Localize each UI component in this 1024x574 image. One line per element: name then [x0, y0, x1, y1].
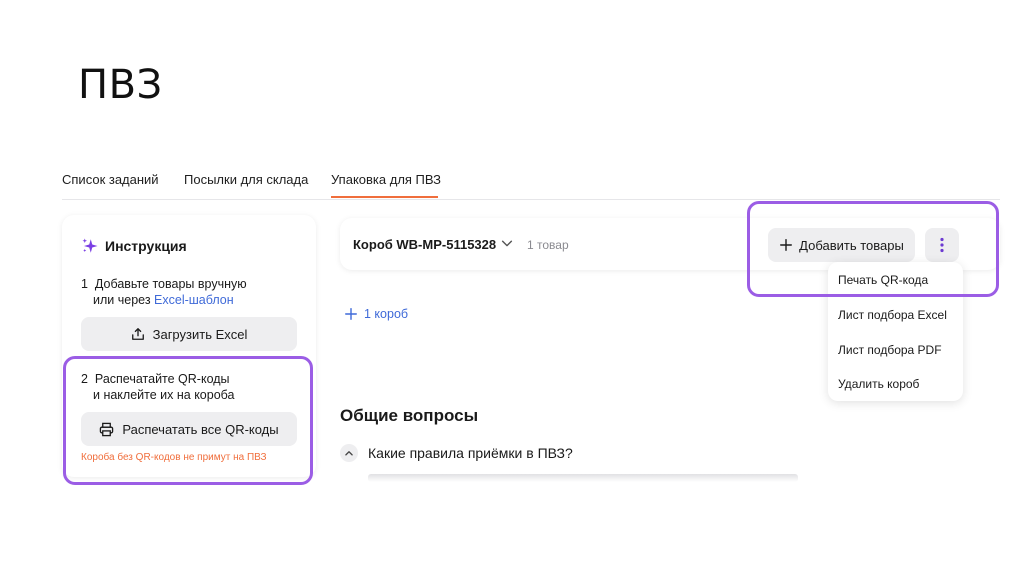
add-items-button[interactable]: Добавить товары	[768, 228, 915, 262]
step-1-line-2: или через Excel-шаблон	[81, 292, 247, 308]
instruction-title: Инструкция	[105, 238, 187, 254]
kebab-menu-icon	[940, 237, 944, 253]
print-all-qr-label: Распечатать все QR-коды	[122, 421, 279, 437]
box-name: Короб WB-MP-5115328	[353, 237, 497, 252]
upload-icon	[131, 328, 144, 340]
instruction-card: Инструкция 1 Добавьте товары вручную или…	[62, 215, 316, 477]
faq-answer-preview	[368, 474, 798, 482]
step-2-line-2: и наклейте их на короба	[93, 388, 235, 402]
chevron-down-icon[interactable]	[500, 236, 514, 250]
qr-warning-text: Короба без QR-кодов не примут на ПВЗ	[81, 452, 267, 463]
faq-title: Общие вопросы	[340, 406, 479, 425]
faq-question[interactable]: Какие правила приёмки в ПВЗ?	[340, 444, 573, 462]
chevron-up-icon	[345, 451, 353, 456]
step-2-number: 2	[81, 372, 88, 386]
menu-item-picklist-excel[interactable]: Лист подбора Excel	[838, 308, 947, 322]
add-box-link[interactable]: 1 короб	[344, 307, 408, 321]
upload-excel-button[interactable]: Загрузить Excel	[81, 317, 297, 351]
menu-item-picklist-pdf[interactable]: Лист подбора PDF	[838, 343, 942, 357]
more-options-button[interactable]	[925, 228, 959, 262]
step-1-text: Добавьте товары вручную	[94, 277, 247, 291]
faq-toggle[interactable]	[340, 444, 358, 462]
upload-excel-label: Загрузить Excel	[152, 326, 248, 342]
box-item-count: 1 товар	[527, 238, 569, 252]
tab-pvz-packing[interactable]: Упаковка для ПВЗ	[331, 172, 441, 187]
menu-item-delete-box[interactable]: Удалить короб	[838, 377, 919, 391]
sparkle-icon	[82, 238, 98, 253]
step-1-number: 1	[81, 277, 88, 291]
instruction-header: Инструкция	[81, 237, 187, 255]
instruction-step-2: 2 Распечатайте QR-коды и наклейте их на …	[81, 371, 234, 403]
plus-icon	[780, 239, 793, 251]
add-box-label: 1 короб	[364, 307, 409, 321]
slide-title: ПВЗ	[78, 62, 163, 108]
faq-question-text: Какие правила приёмки в ПВЗ?	[368, 445, 573, 461]
plus-icon	[345, 308, 357, 320]
add-items-label: Добавить товары	[799, 237, 904, 253]
tab-bar: Список заданий Посылки для склада Упаков…	[62, 172, 1000, 200]
tab-warehouse-parcels[interactable]: Посылки для склада	[184, 172, 308, 187]
step-1-prefix: или через	[93, 293, 151, 307]
step-2-text: Распечатайте QR-коды	[94, 372, 230, 386]
tab-task-list[interactable]: Список заданий	[62, 172, 159, 187]
active-tab-indicator	[331, 196, 438, 198]
printer-icon	[100, 422, 114, 436]
menu-item-print-qr[interactable]: Печать QR-кода	[838, 273, 928, 287]
box-options-menu: Печать QR-кода Лист подбора Excel Лист п…	[828, 262, 963, 401]
instruction-step-1: 1 Добавьте товары вручную или через Exce…	[81, 276, 247, 308]
excel-template-link[interactable]: Excel-шаблон	[154, 293, 234, 307]
print-all-qr-button[interactable]: Распечатать все QR-коды	[81, 412, 297, 446]
